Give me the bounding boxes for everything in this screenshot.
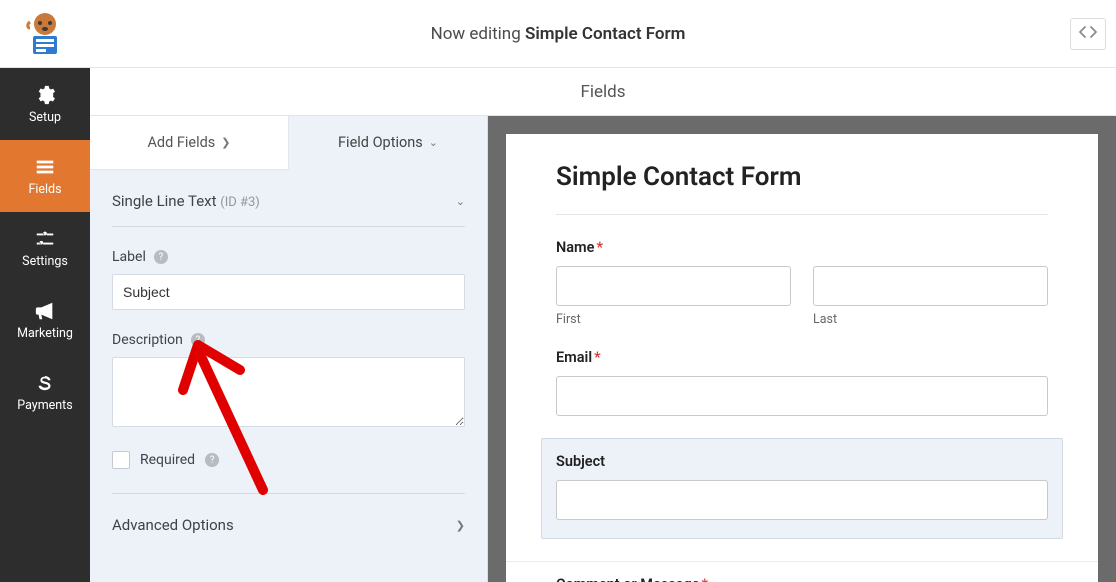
field-id-text: (ID #3): [220, 195, 260, 210]
nav-settings-label: Settings: [22, 254, 68, 269]
preview-name-label-text: Name: [556, 239, 594, 256]
preview-email-field[interactable]: Email*: [556, 349, 1048, 416]
nav-settings[interactable]: Settings: [0, 212, 90, 284]
name-last-sublabel: Last: [813, 312, 1048, 327]
editing-form-name: Simple Contact Form: [525, 24, 685, 44]
required-checkbox[interactable]: [112, 451, 130, 469]
preview-email-label-text: Email: [556, 349, 592, 366]
required-asterisk: *: [596, 239, 603, 256]
embed-code-button[interactable]: [1070, 18, 1106, 50]
chevron-right-icon: ❯: [456, 519, 465, 532]
tab-add-fields[interactable]: Add Fields ❯: [90, 116, 289, 170]
required-row: Required ?: [112, 451, 465, 494]
dollar-icon: [34, 372, 56, 394]
preview-form-title: Simple Contact Form: [556, 162, 1048, 215]
list-icon: [34, 156, 56, 178]
preview-comment-field[interactable]: Comment or Message*: [556, 576, 1048, 582]
panel-body: Single Line Text (ID #3) ⌄ Label ? Descr…: [90, 170, 487, 556]
nav-fields[interactable]: Fields: [0, 140, 90, 212]
name-first-col: First: [556, 266, 791, 327]
editing-banner: Now editing Simple Contact Form: [0, 24, 1116, 44]
field-heading-title: Single Line Text (ID #3): [112, 192, 260, 210]
help-icon[interactable]: ?: [154, 250, 168, 264]
preview-subject-label: Subject: [556, 453, 1048, 470]
nav-fields-label: Fields: [28, 182, 61, 197]
description-option-label: Description ?: [112, 332, 465, 348]
required-asterisk: *: [702, 576, 709, 582]
nav-payments[interactable]: Payments: [0, 356, 90, 428]
email-input[interactable]: [556, 376, 1048, 416]
code-icon: [1079, 25, 1097, 43]
nav-marketing-label: Marketing: [17, 326, 73, 341]
description-option-group: Description ?: [112, 332, 465, 431]
preview-name-field[interactable]: Name* First Last: [556, 239, 1048, 327]
main-area: Add Fields ❯ Field Options ⌄ Single Line…: [90, 116, 1116, 582]
name-last-input[interactable]: [813, 266, 1048, 306]
preview-name-label: Name*: [556, 239, 1048, 256]
chevron-down-icon: ⌄: [456, 195, 465, 208]
logo[interactable]: [0, 0, 90, 68]
wpforms-logo-icon: [21, 10, 69, 58]
panel-tabs: Add Fields ❯ Field Options ⌄: [90, 116, 487, 170]
side-nav: Setup Fields Settings Marketing Payments: [0, 68, 90, 582]
sliders-icon: [34, 228, 56, 250]
name-first-sublabel: First: [556, 312, 791, 327]
required-label: Required: [140, 452, 195, 468]
nav-payments-label: Payments: [17, 398, 72, 413]
field-heading-toggle[interactable]: Single Line Text (ID #3) ⌄: [112, 192, 465, 227]
preview-comment-label-text: Comment or Message: [556, 576, 700, 582]
name-last-col: Last: [813, 266, 1048, 327]
fields-header-label: Fields: [580, 82, 625, 102]
field-options-panel: Add Fields ❯ Field Options ⌄ Single Line…: [90, 116, 488, 582]
nav-setup[interactable]: Setup: [0, 68, 90, 140]
label-option-label: Label ?: [112, 249, 465, 265]
advanced-options-toggle[interactable]: Advanced Options ❯: [112, 494, 465, 556]
top-bar: Now editing Simple Contact Form: [0, 0, 1116, 68]
required-asterisk: *: [594, 349, 601, 366]
help-icon[interactable]: ?: [205, 453, 219, 467]
tab-add-fields-label: Add Fields: [147, 134, 215, 151]
label-text: Label: [112, 249, 146, 265]
preview-wrap: Simple Contact Form Name* First Last: [488, 116, 1116, 582]
gear-icon: [34, 84, 56, 106]
name-row: First Last: [556, 266, 1048, 327]
preview-comment-label: Comment or Message*: [556, 576, 1048, 582]
fields-header: Fields: [90, 68, 1116, 116]
chevron-down-icon: ⌄: [429, 136, 438, 149]
subject-input[interactable]: [556, 480, 1048, 520]
field-divider: [506, 561, 1098, 562]
editing-prefix: Now editing: [431, 24, 521, 44]
label-input[interactable]: [112, 274, 465, 310]
description-text: Description: [112, 332, 183, 348]
help-icon[interactable]: ?: [191, 333, 205, 347]
preview-email-label: Email*: [556, 349, 1048, 366]
preview-subject-field[interactable]: Subject: [541, 438, 1063, 539]
description-textarea[interactable]: [112, 357, 465, 427]
preview-surface: Simple Contact Form Name* First Last: [506, 134, 1098, 582]
tab-field-options[interactable]: Field Options ⌄: [289, 116, 487, 170]
nav-setup-label: Setup: [29, 110, 61, 125]
tab-field-options-label: Field Options: [338, 134, 423, 151]
chevron-right-icon: ❯: [221, 136, 230, 149]
field-type-name: Single Line Text: [112, 192, 217, 210]
nav-marketing[interactable]: Marketing: [0, 284, 90, 356]
advanced-options-label: Advanced Options: [112, 516, 234, 534]
bullhorn-icon: [34, 300, 56, 322]
label-option-group: Label ?: [112, 249, 465, 310]
name-first-input[interactable]: [556, 266, 791, 306]
